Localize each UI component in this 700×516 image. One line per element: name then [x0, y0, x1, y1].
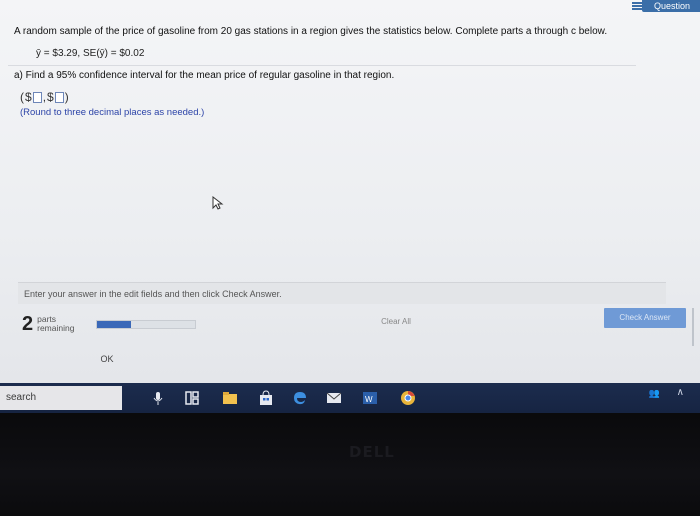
mouse-cursor-icon	[212, 196, 224, 210]
chrome-icon[interactable]	[400, 390, 416, 406]
microphone-icon[interactable]	[150, 390, 166, 406]
currency-sign-lower: $	[25, 90, 32, 104]
question-panel: A random sample of the price of gasoline…	[8, 10, 636, 275]
parts-label: parts remaining	[37, 315, 74, 333]
progress-fill	[97, 321, 132, 328]
clear-all-button[interactable]: Clear All	[370, 315, 422, 329]
interval-separator: ,	[42, 90, 47, 104]
part-a-prompt: a) Find a 95% confidence interval for th…	[14, 70, 395, 81]
windows-taskbar: search W 👥 ∧	[0, 383, 700, 413]
edge-icon[interactable]	[292, 390, 308, 406]
svg-text:W: W	[365, 395, 373, 404]
taskbar-search-input[interactable]: search	[0, 386, 122, 410]
parts-label-line2: remaining	[37, 323, 75, 333]
progress-bar	[96, 320, 196, 329]
statistics-line: ȳ = $3.29, SE(ȳ) = $0.02	[36, 48, 145, 59]
interval-open-paren: (	[20, 90, 24, 104]
dell-logo: DELL	[349, 443, 395, 461]
interval-answer-row: ( $ , $ )	[20, 90, 69, 104]
rounding-note: (Round to three decimal places as needed…	[20, 107, 205, 118]
question-tab[interactable]: Question	[642, 0, 700, 12]
lower-bound-input[interactable]	[32, 91, 42, 103]
people-icon[interactable]: 👥	[649, 388, 660, 399]
divider	[8, 65, 636, 66]
word-icon[interactable]: W	[362, 390, 378, 406]
parts-count: 2	[22, 313, 34, 335]
interval-close-paren: )	[64, 90, 69, 104]
instruction-text: Enter your answer in the edit fields and…	[18, 282, 666, 304]
browser-viewport: Question A random sample of the price of…	[0, 0, 700, 383]
laptop-bezel	[0, 413, 700, 516]
store-icon[interactable]	[258, 390, 274, 406]
menu-lines-icon[interactable]	[632, 2, 642, 10]
task-view-icon[interactable]	[184, 390, 200, 406]
scrollbar[interactable]	[692, 308, 694, 346]
ok-button[interactable]: OK	[90, 350, 124, 368]
mail-icon[interactable]	[326, 390, 342, 406]
upper-bound-input[interactable]	[54, 91, 64, 103]
parts-remaining: 2 parts remaining	[22, 314, 74, 334]
currency-sign-upper: $	[47, 90, 54, 104]
chevron-up-icon[interactable]: ∧	[677, 387, 684, 398]
check-answer-button[interactable]: Check Answer	[604, 308, 686, 328]
question-text: A random sample of the price of gasoline…	[14, 26, 608, 37]
file-explorer-icon[interactable]	[222, 390, 238, 406]
